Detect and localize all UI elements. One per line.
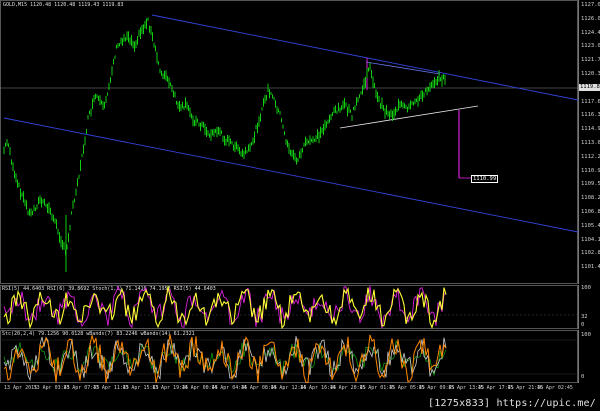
time-axis: 13 Apr 2015 13 Apr 03:45 13 Apr 07:45 13 Ap… xyxy=(0,383,578,393)
price-scale: 1127.00 1126.00 1124.40 1123.00 1121.70 1120.… xyxy=(578,0,600,284)
rsi-scale-top: 100 xyxy=(581,285,591,291)
triangle-upper-line xyxy=(365,61,441,75)
price-scale-label: 1106.80 xyxy=(581,209,600,215)
price-scale-label: 1120.30 xyxy=(581,71,600,77)
time-axis-label: 13 Apr 2015 xyxy=(4,385,38,391)
stochastic-scale: 100 0 xyxy=(578,330,600,383)
rsi-scale: 100 32 0 xyxy=(578,285,600,329)
price-scale-label: 1116.30 xyxy=(581,112,600,119)
rsi-scale-mid: 32 xyxy=(581,314,588,320)
price-scale-label: 1101.40 xyxy=(581,264,600,271)
rsi-main-line xyxy=(3,286,447,329)
price-scale-label: 1104.10 xyxy=(581,236,600,243)
price-scale-label: 1113.60 xyxy=(581,140,600,146)
time-axis-label: 16 Apr 02:45 xyxy=(536,385,573,391)
price-scale-label: 1108.20 xyxy=(581,195,600,202)
rsi-chart[interactable] xyxy=(0,285,578,329)
price-scale-label: 1123.00 xyxy=(581,43,600,50)
watermark: [1275x833] https://upic.me/ xyxy=(428,398,596,409)
current-price-tag: 1119.83 xyxy=(579,84,600,91)
stochastic-chart[interactable] xyxy=(0,330,578,383)
price-scale-label: 1105.40 xyxy=(581,222,600,229)
price-chart[interactable] xyxy=(0,0,578,284)
stoch-scale-bottom: 0 xyxy=(581,374,585,380)
price-scale-label: 1124.40 xyxy=(581,29,600,36)
price-scale-label: 1117.60 xyxy=(581,98,600,105)
price-scale-label: 1127.00 xyxy=(581,2,600,8)
price-scale-label: 1109.50 xyxy=(581,181,600,188)
rsi-scale-bottom: 0 xyxy=(581,322,585,328)
price-scale-label: 1114.90 xyxy=(581,126,600,133)
price-scale-label: 1110.90 xyxy=(581,167,600,174)
price-scale-label: 1112.20 xyxy=(581,153,600,160)
target-price-label: 1110.99 xyxy=(471,175,499,183)
trading-terminal: GOLD,M15 1120.48 1120.48 1119.43 1119.83… xyxy=(0,0,600,411)
price-scale-label: 1102.80 xyxy=(581,250,600,257)
price-scale-label: 1126.00 xyxy=(581,15,600,22)
stoch-scale-top: 100 xyxy=(581,332,591,338)
price-scale-label: 1121.70 xyxy=(581,57,600,64)
